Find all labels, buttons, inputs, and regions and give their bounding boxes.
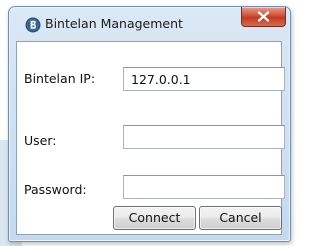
password-field[interactable] bbox=[123, 175, 285, 199]
user-field[interactable] bbox=[123, 125, 285, 149]
password-label: Password: bbox=[24, 182, 87, 197]
connect-button[interactable]: Connect bbox=[113, 206, 196, 230]
close-icon bbox=[257, 11, 270, 22]
cancel-button[interactable]: Cancel bbox=[199, 206, 282, 230]
user-label: User: bbox=[24, 133, 57, 148]
window-title: Bintelan Management bbox=[45, 16, 183, 31]
bintelan-app-icon bbox=[25, 17, 41, 33]
ip-label: Bintelan IP: bbox=[24, 71, 96, 86]
ip-field[interactable]: 127.0.0.1 bbox=[123, 67, 285, 91]
title-bar[interactable]: Bintelan Management bbox=[9, 7, 290, 41]
close-button[interactable] bbox=[241, 7, 286, 27]
